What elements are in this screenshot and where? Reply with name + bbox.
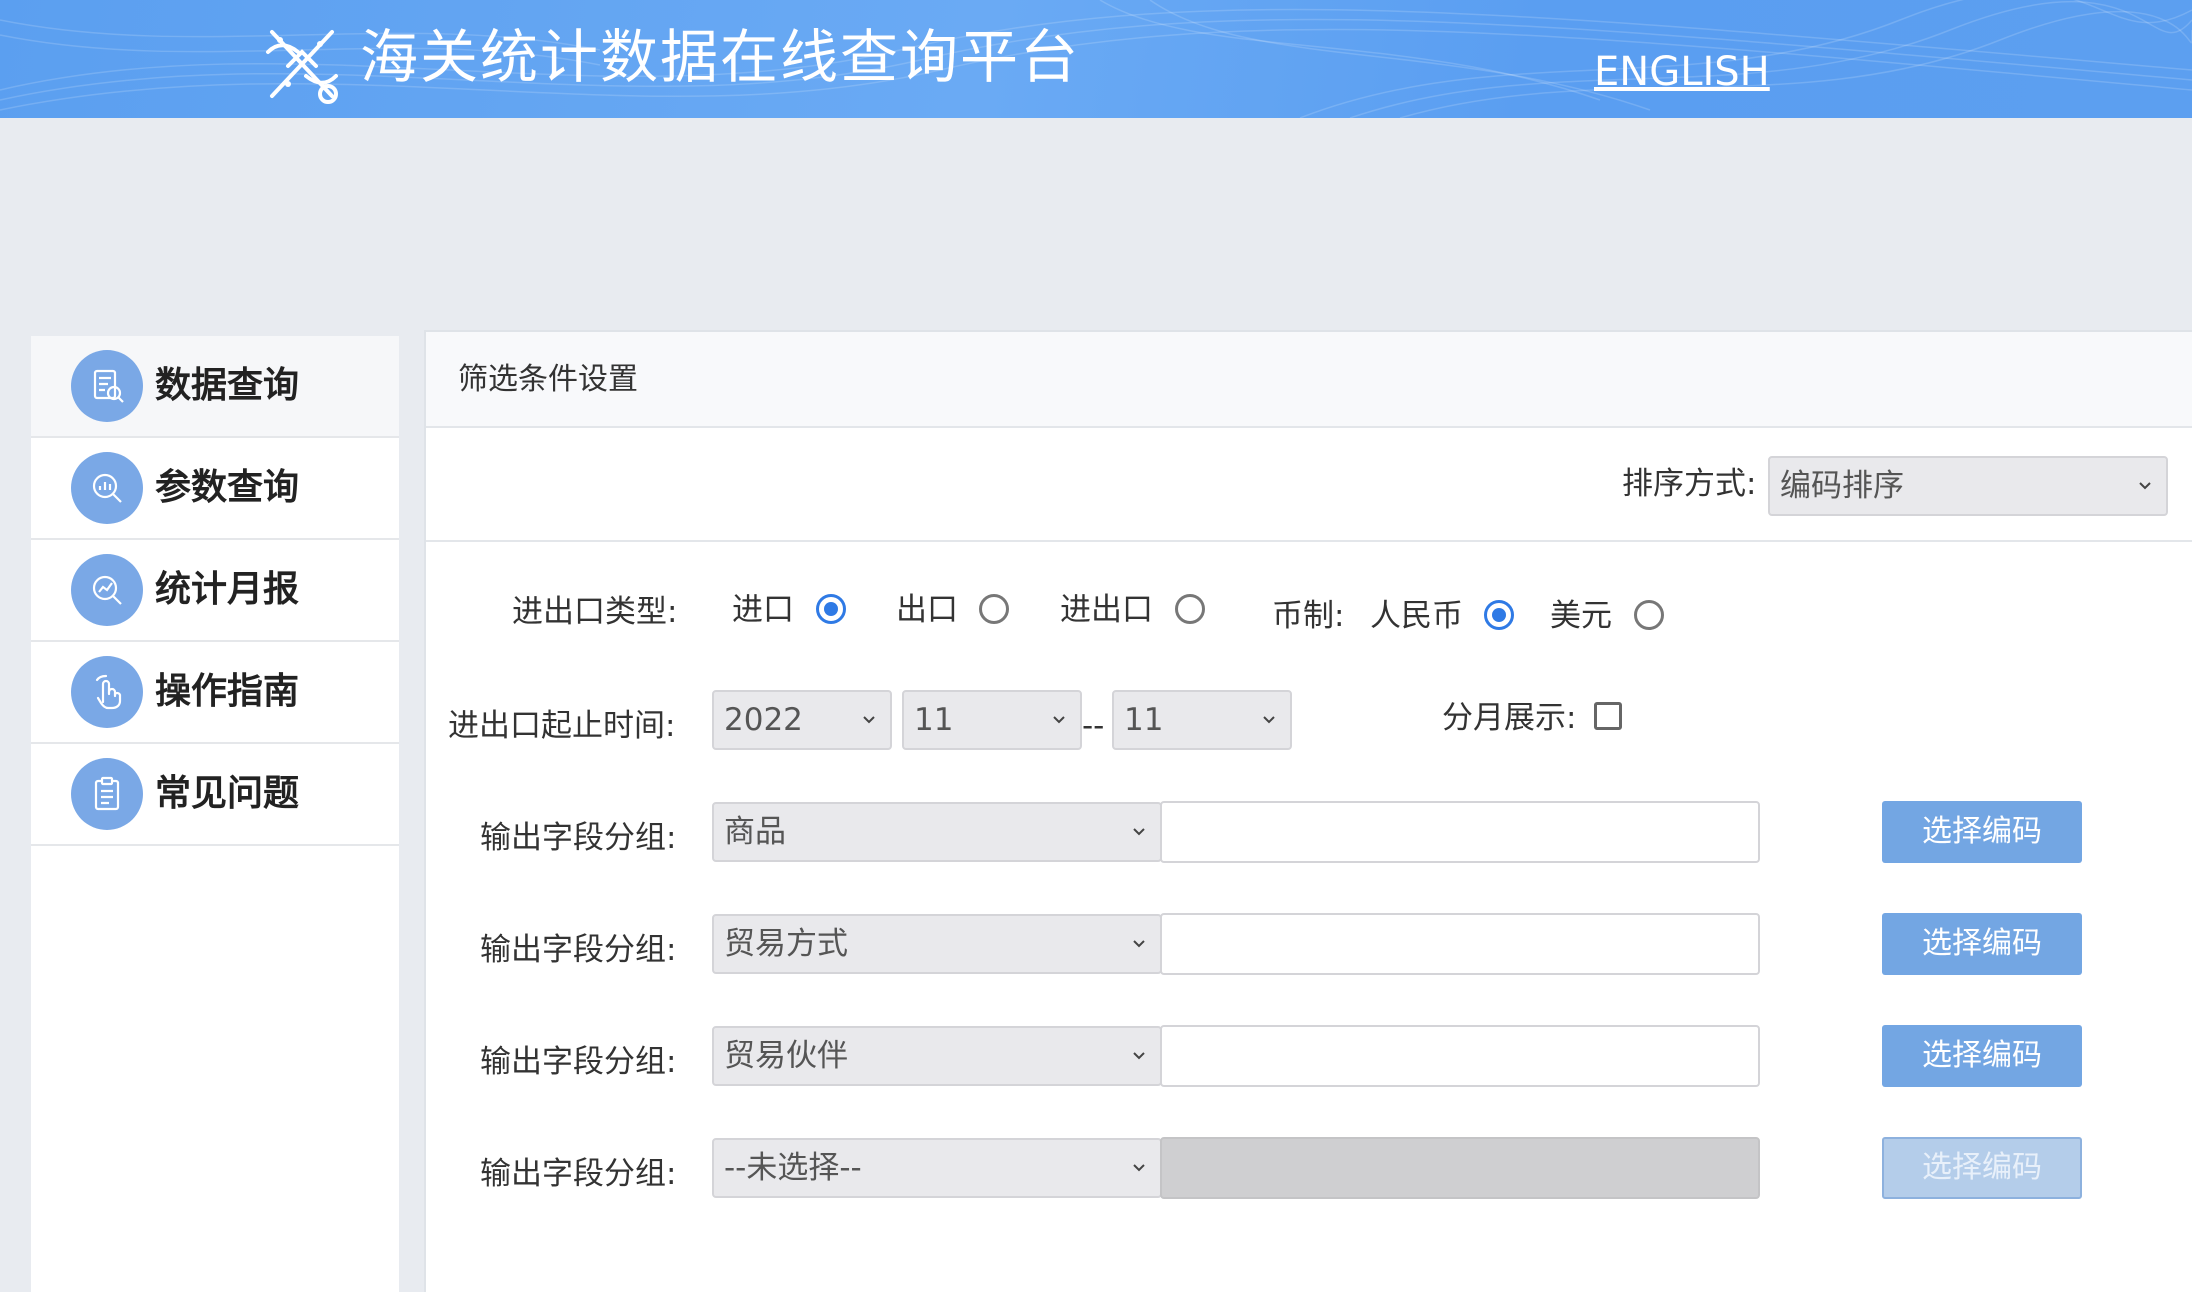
group-label-3: 输出字段分组: bbox=[480, 1044, 677, 1080]
group-select-value: --未选择-- bbox=[724, 1150, 862, 1186]
sidebar-item-faq[interactable]: 常见问题 bbox=[31, 744, 399, 846]
start-month-value: 11 bbox=[914, 702, 954, 738]
chevron-down-icon bbox=[863, 716, 875, 724]
trade-type-label: 进出口类型: bbox=[512, 594, 678, 630]
data-query-icon bbox=[71, 350, 143, 422]
group-label-2: 输出字段分组: bbox=[480, 932, 677, 968]
group-select-1[interactable]: 商品 bbox=[712, 802, 1162, 862]
end-month-select[interactable]: 11 bbox=[1112, 690, 1292, 750]
group-code-input-3[interactable] bbox=[1160, 1025, 1760, 1087]
sidebar-item-param-query[interactable]: 参数查询 bbox=[31, 438, 399, 540]
group-select-2[interactable]: 贸易方式 bbox=[712, 914, 1162, 974]
currency-usd-label: 美元 bbox=[1550, 598, 1612, 634]
sidebar-item-label: 数据查询 bbox=[155, 365, 300, 406]
chevron-down-icon bbox=[2139, 482, 2151, 490]
chevron-down-icon bbox=[1263, 716, 1275, 724]
sidebar-item-guide[interactable]: 操作指南 bbox=[31, 642, 399, 744]
sidebar-item-data-query[interactable]: 数据查询 bbox=[31, 336, 399, 438]
chevron-down-icon bbox=[1133, 828, 1145, 836]
sort-row: 排序方式: 编码排序 bbox=[426, 428, 2192, 542]
select-code-button-4[interactable]: 选择编码 bbox=[1882, 1137, 2082, 1199]
select-code-button-1[interactable]: 选择编码 bbox=[1882, 801, 2082, 863]
sort-select[interactable]: 编码排序 bbox=[1768, 456, 2168, 516]
monthly-display-checkbox[interactable] bbox=[1594, 702, 1622, 730]
sidebar-item-label: 统计月报 bbox=[155, 569, 300, 610]
currency-rmb-label: 人民币 bbox=[1370, 598, 1463, 634]
trade-type-both-label: 进出口 bbox=[1060, 592, 1153, 628]
group-select-4[interactable]: --未选择-- bbox=[712, 1138, 1162, 1198]
chevron-down-icon bbox=[1133, 1052, 1145, 1060]
group-label-1: 输出字段分组: bbox=[480, 820, 677, 856]
year-select[interactable]: 2022 bbox=[712, 690, 892, 750]
param-query-icon bbox=[71, 452, 143, 524]
sidebar-item-label: 常见问题 bbox=[155, 773, 300, 814]
select-code-button-3[interactable]: 选择编码 bbox=[1882, 1025, 2082, 1087]
customs-logo-icon bbox=[266, 30, 338, 104]
trade-type-import-radio[interactable] bbox=[816, 594, 846, 624]
select-code-button-2[interactable]: 选择编码 bbox=[1882, 913, 2082, 975]
guide-icon bbox=[71, 656, 143, 728]
period-separator: -- bbox=[1082, 708, 1105, 744]
start-month-select[interactable]: 11 bbox=[902, 690, 1082, 750]
year-select-value: 2022 bbox=[724, 702, 803, 738]
trade-type-export-radio[interactable] bbox=[979, 594, 1009, 624]
currency-usd-radio[interactable] bbox=[1634, 600, 1664, 630]
monthly-display-label: 分月展示: bbox=[1442, 700, 1577, 736]
currency-label: 币制: bbox=[1272, 598, 1345, 634]
sidebar-item-label: 操作指南 bbox=[155, 671, 300, 712]
group-code-input-2[interactable] bbox=[1160, 913, 1760, 975]
period-label: 进出口起止时间: bbox=[448, 708, 676, 744]
end-month-value: 11 bbox=[1124, 702, 1164, 738]
currency-rmb-radio[interactable] bbox=[1484, 600, 1514, 630]
sidebar-nav: 数据查询 参数查询 统计月报 操作指南 常见问题 bbox=[31, 336, 399, 1292]
group-label-4: 输出字段分组: bbox=[480, 1156, 677, 1192]
sort-label: 排序方式: bbox=[1622, 466, 1757, 502]
chevron-down-icon bbox=[1133, 940, 1145, 948]
group-select-value: 商品 bbox=[724, 814, 786, 850]
english-language-link[interactable]: ENGLISH bbox=[1594, 46, 1770, 98]
sort-select-value: 编码排序 bbox=[1780, 468, 1904, 504]
faq-icon bbox=[71, 758, 143, 830]
site-title: 海关统计数据在线查询平台 bbox=[360, 23, 1081, 91]
trade-type-import-label: 进口 bbox=[732, 592, 794, 628]
panel-header: 筛选条件设置 bbox=[426, 332, 2192, 428]
group-select-3[interactable]: 贸易伙伴 bbox=[712, 1026, 1162, 1086]
filter-panel: 筛选条件设置 排序方式: 编码排序 进出口类型: 进口 出口 进出口 币制: 人… bbox=[424, 330, 2192, 1292]
group-code-input-1[interactable] bbox=[1160, 801, 1760, 863]
trade-type-export-label: 出口 bbox=[896, 592, 958, 628]
group-code-input-4[interactable] bbox=[1160, 1137, 1760, 1199]
trade-type-both-radio[interactable] bbox=[1175, 594, 1205, 624]
chevron-down-icon bbox=[1133, 1164, 1145, 1172]
sidebar-item-monthly-report[interactable]: 统计月报 bbox=[31, 540, 399, 642]
chevron-down-icon bbox=[1053, 716, 1065, 724]
group-select-value: 贸易伙伴 bbox=[724, 1038, 848, 1074]
panel-title: 筛选条件设置 bbox=[458, 362, 638, 397]
top-banner: 海关统计数据在线查询平台 ENGLISH bbox=[0, 0, 2192, 118]
monthly-report-icon bbox=[71, 554, 143, 626]
group-select-value: 贸易方式 bbox=[724, 926, 848, 962]
sidebar-item-label: 参数查询 bbox=[155, 467, 300, 508]
